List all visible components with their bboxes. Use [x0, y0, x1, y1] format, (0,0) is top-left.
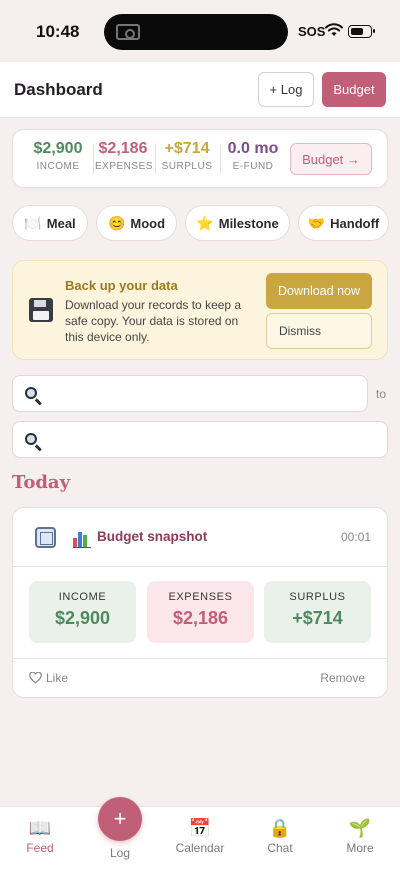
nav-calendar[interactable]: 📅 Calendar	[165, 817, 235, 855]
wifi-icon	[325, 23, 343, 36]
chip-handoff[interactable]: 🤝 Handoff	[298, 205, 389, 241]
income-label: INCOME	[36, 161, 80, 172]
search-icon	[25, 387, 37, 399]
chip-milestone[interactable]: ⭐ Milestone	[185, 205, 290, 241]
divider	[220, 144, 221, 174]
avatar[interactable]	[35, 527, 56, 548]
summary-card: $2,900 INCOME $2,186 EXPENSES +$714 SURP…	[12, 129, 388, 188]
divider	[93, 144, 94, 174]
divider	[13, 658, 387, 659]
entry-title: Budget snapshot	[97, 529, 208, 544]
lock-icon: 🔒	[268, 818, 292, 838]
bottom-nav: 📖 Feed 📅 Calendar 🔒 Chat 🌱 More	[0, 806, 400, 869]
surplus-stat: +$714 SURPLUS	[159, 140, 215, 172]
income-stat: $2,900 INCOME	[29, 140, 87, 172]
metric-value: $2,186	[172, 608, 229, 628]
download-now-button[interactable]: Download now	[266, 273, 372, 309]
like-label: Like	[46, 671, 69, 685]
remove-button[interactable]: Remove	[320, 671, 365, 685]
status-time: 10:48	[36, 22, 80, 41]
range-to-label: to	[376, 387, 387, 401]
metric-value: +$714	[292, 608, 343, 628]
status-bar: 10:48 SOS	[0, 0, 400, 62]
chip-label: Meal	[46, 215, 76, 231]
entry-time: 00:01	[340, 530, 371, 544]
chip-label: Handoff	[330, 215, 380, 231]
budget-snapshot-card: Budget snapshot 00:01 INCOME $2,900 EXPE…	[12, 507, 388, 698]
nav-feed[interactable]: 📖 Feed	[5, 817, 75, 855]
nav-chat[interactable]: 🔒 Chat	[245, 817, 315, 855]
calendar-icon: 📅	[188, 818, 212, 838]
metric-expenses: EXPENSES $2,186	[147, 581, 254, 643]
sprout-icon: 🌱	[348, 818, 372, 838]
chip-label: Mood	[130, 215, 166, 231]
search-from-field	[12, 375, 368, 412]
backup-description: Download your records to keep a safe cop…	[65, 298, 242, 344]
nav-more[interactable]: 🌱 More	[325, 817, 395, 855]
sos-indicator: SOS	[298, 24, 326, 39]
nav-label: More	[346, 841, 374, 855]
expenses-stat: $2,186 EXPENSES	[95, 140, 153, 172]
expenses-value: $2,186	[98, 140, 148, 157]
efund-stat: 0.0 mo E-FUND	[223, 140, 283, 172]
metric-surplus: SURPLUS +$714	[264, 581, 371, 643]
section-heading-today: Today	[12, 472, 71, 493]
search-from-input[interactable]	[49, 376, 359, 411]
page-title: Dashboard	[14, 80, 103, 99]
plus-icon: +	[113, 806, 127, 831]
nav-label: Feed	[26, 841, 54, 855]
dynamic-island	[104, 14, 288, 50]
expenses-label: EXPENSES	[95, 161, 153, 172]
heart-icon	[29, 672, 42, 684]
bar-chart-icon	[73, 529, 91, 548]
metric-label: EXPENSES	[168, 591, 233, 603]
nav-label: Calendar	[175, 841, 225, 855]
efund-label: E-FUND	[232, 161, 274, 172]
chip-meal[interactable]: 🍽️ Meal	[12, 205, 88, 241]
surplus-label: SURPLUS	[161, 161, 213, 172]
income-value: $2,900	[33, 140, 83, 157]
metric-label: INCOME	[58, 591, 107, 603]
summary-budget-button[interactable]: Budget →	[290, 143, 372, 175]
backup-banner: Back up your data Download your records …	[12, 260, 388, 360]
mood-icon: 😊	[107, 214, 126, 231]
handshake-icon: 🤝	[307, 214, 326, 231]
like-button[interactable]: Like	[29, 671, 68, 685]
budget-button[interactable]: Budget	[322, 72, 386, 107]
metric-label: SURPLUS	[289, 591, 346, 603]
log-button[interactable]: + Log	[258, 72, 314, 107]
floppy-disk-icon	[29, 298, 53, 322]
dismiss-button[interactable]: Dismiss	[266, 313, 372, 349]
battery-icon	[348, 25, 375, 38]
book-icon: 📖	[28, 818, 52, 838]
chip-mood[interactable]: 😊 Mood	[96, 205, 177, 241]
nav-label: Chat	[267, 841, 293, 855]
search-icon	[25, 433, 37, 445]
search-to-field	[12, 421, 388, 458]
nav-label: Log	[109, 846, 131, 860]
chip-label: Milestone	[218, 215, 279, 231]
divider	[155, 144, 156, 174]
star-icon: ⭐	[196, 214, 214, 231]
backup-title: Back up your data	[65, 278, 178, 293]
surplus-value: +$714	[164, 140, 210, 157]
log-fab-button[interactable]: +	[98, 797, 142, 841]
camera-icon	[116, 24, 140, 40]
app-header: Dashboard + Log Budget	[0, 62, 400, 118]
efund-value: 0.0 mo	[227, 140, 279, 157]
metric-value: $2,900	[54, 608, 111, 628]
search-to-input[interactable]	[49, 422, 379, 457]
metric-income: INCOME $2,900	[29, 581, 136, 643]
meal-icon: 🍽️	[24, 214, 42, 231]
divider	[13, 566, 387, 567]
